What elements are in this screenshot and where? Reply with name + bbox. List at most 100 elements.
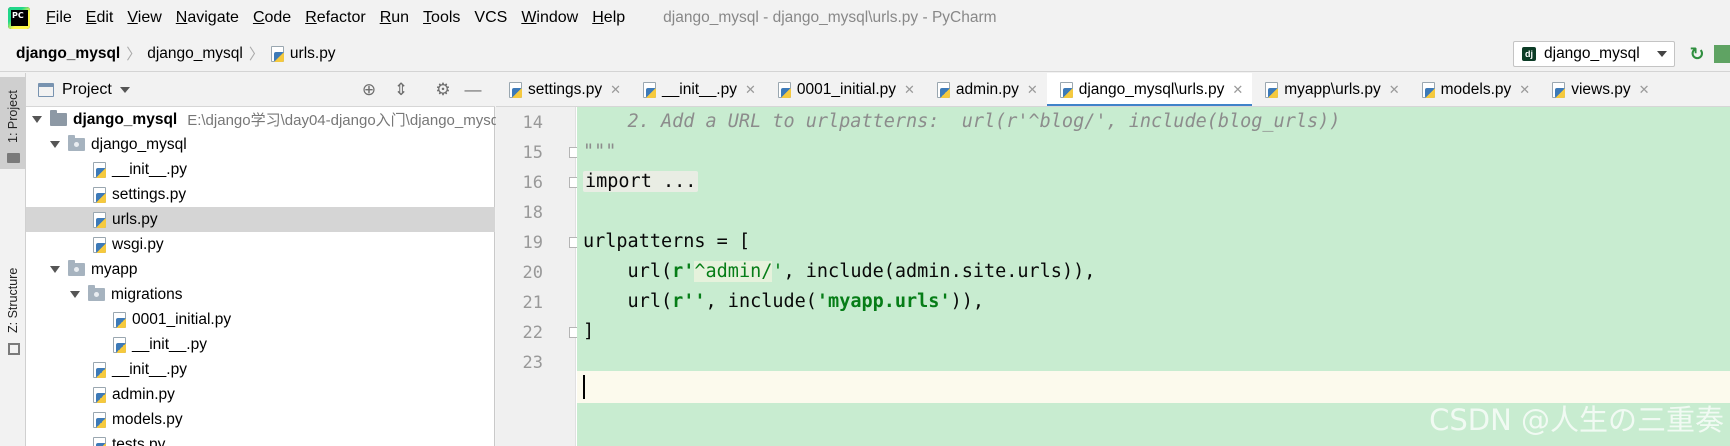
python-file-icon (508, 81, 523, 98)
chevron-down-icon[interactable] (119, 86, 130, 93)
code-area[interactable]: 2. Add a URL to urlpatterns: url(r'^blog… (577, 107, 1730, 446)
expand-arrow-icon[interactable] (50, 141, 60, 148)
project-tree: django_mysql E:\django学习\day04-django入门\… (26, 107, 502, 446)
watermark: CSDN @人生の三重奏 (1429, 403, 1724, 437)
tool-window-stripe: 1: Project Z: Structure (0, 73, 26, 446)
tab-settings-py[interactable]: settings.py ✕ (496, 73, 630, 106)
menu-help[interactable]: Help (586, 9, 633, 27)
python-file-icon (92, 436, 107, 446)
tree-item-package[interactable]: django_mysql (26, 132, 495, 157)
project-tool-button[interactable]: 1: Project (0, 77, 26, 169)
menu-code[interactable]: Code (247, 9, 299, 27)
tree-item-label: tests.py (112, 435, 166, 446)
menu-vcs[interactable]: VCS (468, 9, 515, 27)
close-icon[interactable]: ✕ (1027, 82, 1038, 98)
tree-item-label: 0001_initial.py (132, 310, 232, 328)
tree-item-package[interactable]: migrations (26, 282, 495, 307)
tab-admin-py[interactable]: admin.py ✕ (924, 73, 1047, 106)
gear-icon[interactable]: ⚙ (434, 81, 452, 99)
tree-item-label: __init__.py (112, 160, 187, 178)
python-file-icon (92, 361, 107, 378)
chevron-down-icon (1657, 51, 1667, 57)
breadcrumb-package[interactable]: django_mysql (147, 45, 243, 63)
tree-item-file[interactable]: tests.py (26, 432, 495, 446)
tree-item-path: E:\django学习\day04-django入门\django_mysql (187, 112, 503, 129)
breadcrumb-file[interactable]: urls.py (270, 45, 336, 63)
tree-item-file-selected[interactable]: urls.py (26, 207, 495, 232)
code-line-21: url(r'', include('myapp.urls')), (577, 286, 984, 319)
code-editor[interactable]: 14 15 16 18 19 20 21 22 23 2. Add a URL … (496, 107, 1730, 446)
close-icon[interactable]: ✕ (745, 82, 756, 98)
tree-item-root[interactable]: django_mysql E:\django学习\day04-django入门\… (26, 107, 502, 132)
code-line-19: urlpatterns = [ (583, 231, 751, 252)
code-token: , include(admin.site.urls)), (783, 261, 1096, 282)
tree-item-file[interactable]: __init__.py (26, 332, 495, 357)
menu-edit[interactable]: Edit (80, 9, 122, 27)
breadcrumb-project[interactable]: django_mysql (16, 45, 120, 63)
structure-tool-button[interactable]: Z: Structure (0, 183, 26, 363)
close-icon[interactable]: ✕ (610, 82, 621, 98)
menu-refactor[interactable]: Refactor (299, 9, 373, 27)
tree-item-label: django_mysql (91, 135, 187, 153)
rerun-icon[interactable]: ↻ (1688, 45, 1706, 63)
package-folder-icon (88, 285, 105, 301)
expand-arrow-icon[interactable] (50, 266, 60, 273)
python-file-icon (777, 81, 792, 98)
close-icon[interactable]: ✕ (904, 82, 915, 98)
tab-label: 0001_initial.py (796, 80, 897, 98)
tab-0001-initial-py[interactable]: 0001_initial.py ✕ (765, 73, 924, 106)
menu-navigate[interactable]: Navigate (170, 9, 247, 27)
tab-views-py[interactable]: views.py ✕ (1539, 73, 1658, 106)
menu-run[interactable]: Run (374, 9, 417, 27)
tree-item-file[interactable]: 0001_initial.py (26, 307, 495, 332)
hide-panel-icon[interactable]: — (464, 81, 482, 99)
python-file-icon (1551, 81, 1566, 98)
tree-item-file[interactable]: models.py (26, 407, 495, 432)
project-view-title[interactable]: Project (62, 81, 112, 99)
window-title: django_mysql - django_mysql\urls.py - Py… (663, 9, 997, 26)
tab-init-py[interactable]: __init__.py ✕ (630, 73, 765, 106)
tree-item-label: django_mysql (73, 110, 178, 128)
code-line-20: url(r'^admin/', include(admin.site.urls)… (577, 256, 1095, 289)
menu-file[interactable]: File (40, 9, 80, 27)
close-icon[interactable]: ✕ (1519, 82, 1530, 98)
tab-label: myapp\urls.py (1284, 80, 1381, 98)
close-icon[interactable]: ✕ (1639, 82, 1650, 98)
tab-myapp-urls-py[interactable]: myapp\urls.py ✕ (1252, 73, 1408, 106)
close-icon[interactable]: ✕ (1389, 82, 1400, 98)
run-configuration-select[interactable]: dj django_mysql (1513, 41, 1675, 67)
tree-item-package[interactable]: myapp (26, 257, 495, 282)
expand-arrow-icon[interactable] (32, 116, 42, 123)
code-line-15: """ (583, 141, 617, 162)
close-icon[interactable]: ✕ (1232, 82, 1243, 98)
package-folder-icon (68, 260, 85, 276)
menu-tools[interactable]: Tools (417, 9, 468, 27)
tab-label: models.py (1440, 80, 1512, 98)
code-line-14: 2. Add a URL to urlpatterns: url(r'^blog… (583, 111, 1341, 132)
tab-models-py[interactable]: models.py ✕ (1409, 73, 1540, 106)
run-tool-icon[interactable] (1714, 45, 1730, 63)
tree-item-file[interactable]: __init__.py (26, 357, 495, 382)
folder-icon (50, 110, 67, 126)
breadcrumb-file-label: urls.py (289, 44, 336, 62)
code-line-22: ] (583, 321, 595, 342)
tree-item-label: myapp (91, 260, 138, 278)
tree-item-file[interactable]: admin.py (26, 382, 495, 407)
code-token: ^admin/ (694, 261, 773, 282)
folded-import[interactable]: import ... (583, 171, 699, 192)
tree-item-label: __init__.py (112, 360, 187, 378)
code-token: r' (672, 261, 695, 282)
tab-django-mysql-urls-py[interactable]: django_mysql\urls.py ✕ (1046, 73, 1253, 106)
collapse-all-icon[interactable]: ⇕ (392, 81, 410, 99)
locate-icon[interactable]: ⊕ (360, 81, 378, 99)
structure-tool-label: Z: Structure (6, 267, 20, 333)
tree-item-file[interactable]: __init__.py (26, 157, 495, 182)
menu-window[interactable]: Window (515, 9, 586, 27)
python-file-icon (1059, 81, 1074, 98)
code-token: , include( (705, 291, 817, 312)
tree-item-file[interactable]: settings.py (26, 182, 495, 207)
menu-view[interactable]: View (121, 9, 169, 27)
tree-item-file[interactable]: wsgi.py (26, 232, 495, 257)
expand-arrow-icon[interactable] (70, 291, 80, 298)
code-token: 'myapp.urls' (816, 291, 951, 312)
